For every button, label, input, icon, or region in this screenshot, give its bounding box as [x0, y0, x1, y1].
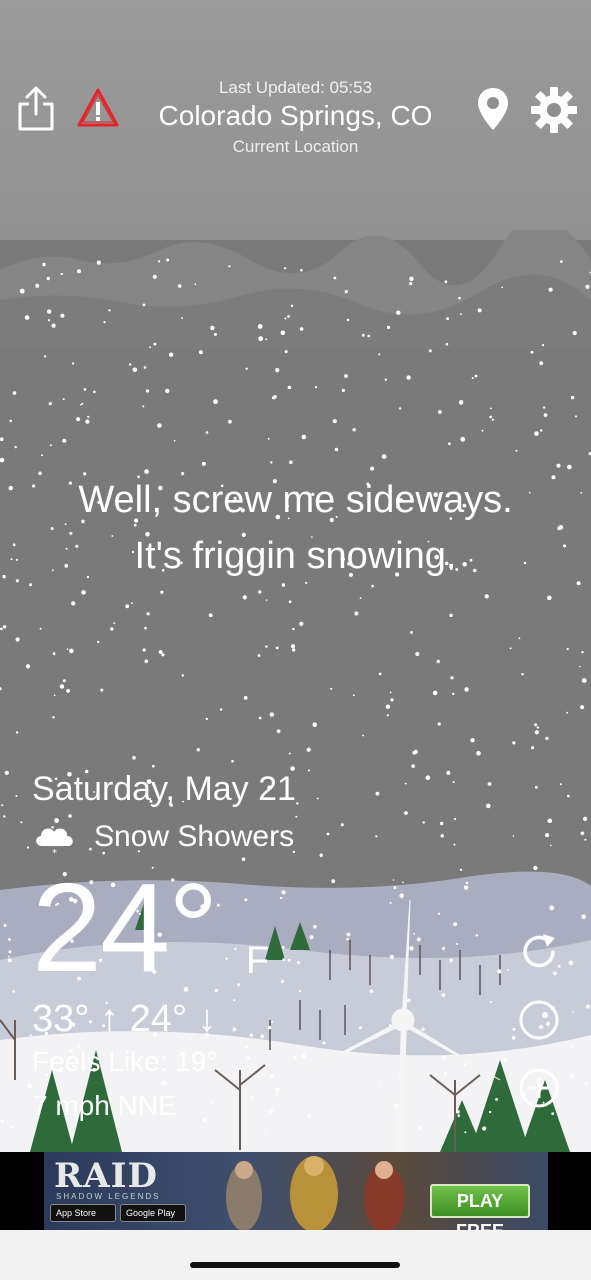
feels-like: Feels Like: 19° — [32, 1046, 218, 1077]
distant-clouds — [0, 230, 591, 350]
radar-icon[interactable] — [517, 998, 561, 1042]
map-pin-icon[interactable] — [476, 86, 510, 132]
ad-logo: RAID — [54, 1156, 159, 1196]
message-line-2: It's friggin snowing. — [134, 535, 457, 577]
bottom-bar — [0, 1230, 591, 1280]
condition-label: Snow Showers — [94, 820, 295, 853]
refresh-icon[interactable] — [517, 930, 561, 974]
gear-icon[interactable] — [530, 86, 578, 134]
ad-subtitle: SHADOW LEGENDS — [56, 1192, 161, 1201]
current-temperature: 24° — [32, 857, 219, 998]
location-label: Current Location — [232, 137, 359, 156]
ad-banner[interactable]: RAID SHADOW LEGENDS App Store Google Pla… — [0, 1152, 591, 1230]
add-icon[interactable] — [517, 1066, 561, 1110]
snow-cloud-icon: * — [36, 828, 73, 858]
home-indicator[interactable] — [190, 1262, 400, 1268]
ad-characters — [226, 1156, 404, 1230]
date-label: Saturday, May 21 — [32, 770, 296, 808]
ad-creative[interactable]: RAID SHADOW LEGENDS App Store Google Pla… — [44, 1152, 548, 1230]
message-line-1: Well, screw me sideways. — [78, 479, 513, 521]
app-store-badge[interactable]: App Store — [50, 1204, 116, 1222]
high-low-temperature: 33° ↑ 24° ↓ — [32, 998, 217, 1040]
wind-speed: 7 mph NNE — [32, 1090, 177, 1121]
header: Last Updated: 05:53 Colorado Springs, CO… — [0, 0, 591, 170]
play-free-button[interactable]: PLAY FREE — [430, 1184, 530, 1230]
google-play-badge[interactable]: Google Play — [120, 1204, 186, 1222]
temperature-unit[interactable]: F — [246, 940, 269, 983]
weather-message: Well, screw me sideways. It's friggin sn… — [20, 472, 571, 584]
